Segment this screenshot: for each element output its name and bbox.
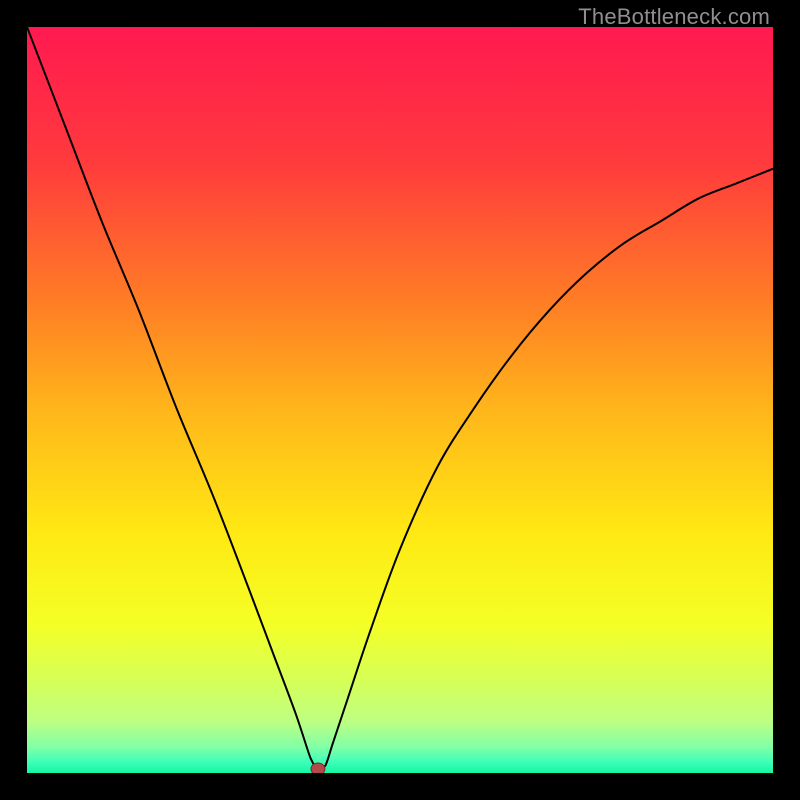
optimal-point-marker <box>311 763 325 773</box>
plot-svg <box>27 27 773 773</box>
chart-frame: TheBottleneck.com <box>0 0 800 800</box>
gradient-background <box>27 27 773 773</box>
plot-area <box>27 27 773 773</box>
